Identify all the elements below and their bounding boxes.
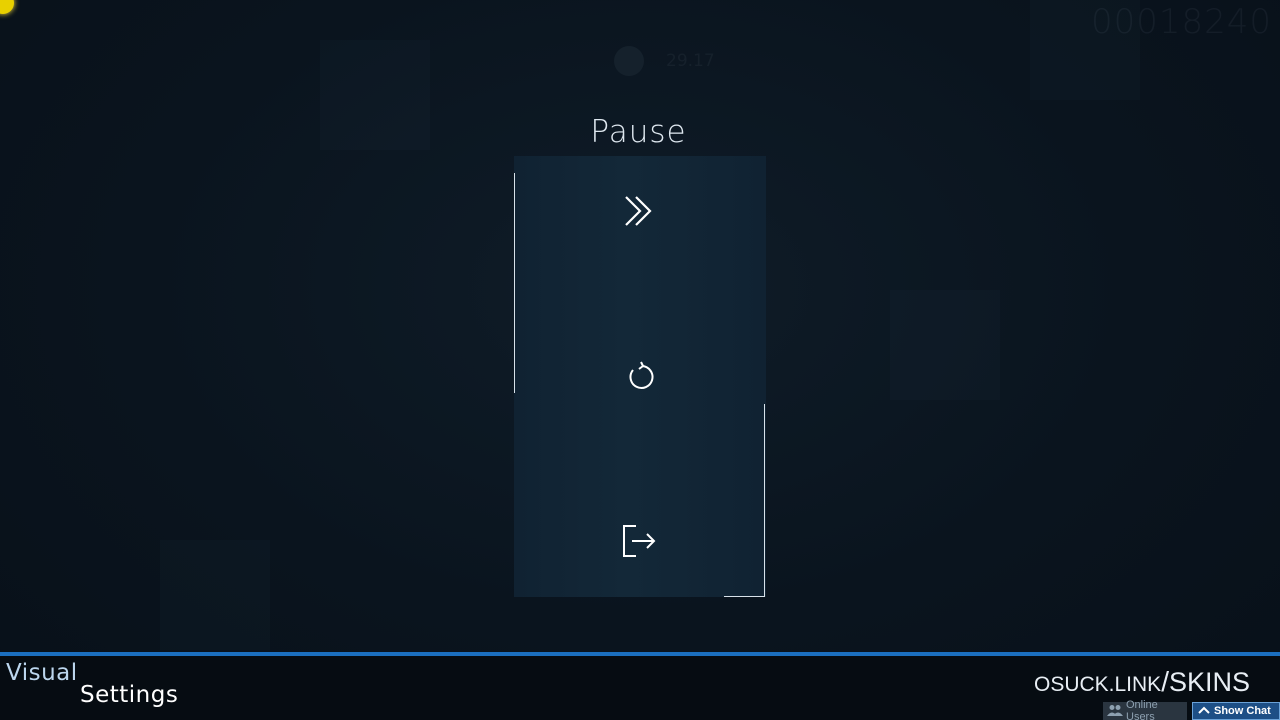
selection-bracket-right (764, 404, 765, 597)
brand-page: SKINS (1168, 667, 1250, 697)
cursor (0, 0, 14, 14)
pause-title: Pause (590, 114, 687, 150)
brand-watermark: OSUCK.LINK/SKINS (1034, 666, 1250, 698)
users-icon (1107, 704, 1123, 719)
brand-separator: / (1161, 666, 1169, 697)
continue-button[interactable] (514, 156, 766, 266)
online-users-button[interactable]: Online Users (1103, 699, 1187, 720)
brand-domain: OSUCK.LINK (1033, 673, 1162, 696)
double-chevron-right-icon (623, 194, 657, 228)
score-counter: 00018240 (1090, 2, 1272, 42)
time-remaining: 29.17 (666, 51, 715, 71)
background-tile (890, 290, 1000, 400)
background-tile (160, 540, 270, 650)
retry-arrow-icon (624, 361, 656, 393)
pause-menu-panel (514, 156, 766, 597)
visual-settings-label-word1[interactable]: Visual (6, 660, 78, 686)
show-chat-label: Show Chat (1214, 705, 1271, 717)
exit-door-icon (622, 524, 658, 558)
show-chat-button[interactable]: Show Chat (1192, 702, 1280, 720)
chevron-up-icon (1197, 705, 1211, 718)
visual-settings-label-word2[interactable]: Settings (80, 682, 178, 708)
bottom-accent-line (0, 652, 1280, 656)
retry-button[interactable] (514, 322, 766, 432)
selection-bracket-left (514, 173, 515, 393)
selection-bracket-bottom (724, 596, 765, 597)
game-pause-screen: 00018240 29.17 Pause Visual Settings OSU… (0, 0, 1280, 720)
quit-button[interactable] (514, 486, 766, 596)
progress-pie-icon (614, 46, 644, 76)
online-users-label: Online Users (1126, 699, 1158, 720)
song-progress: 29.17 (614, 46, 715, 76)
